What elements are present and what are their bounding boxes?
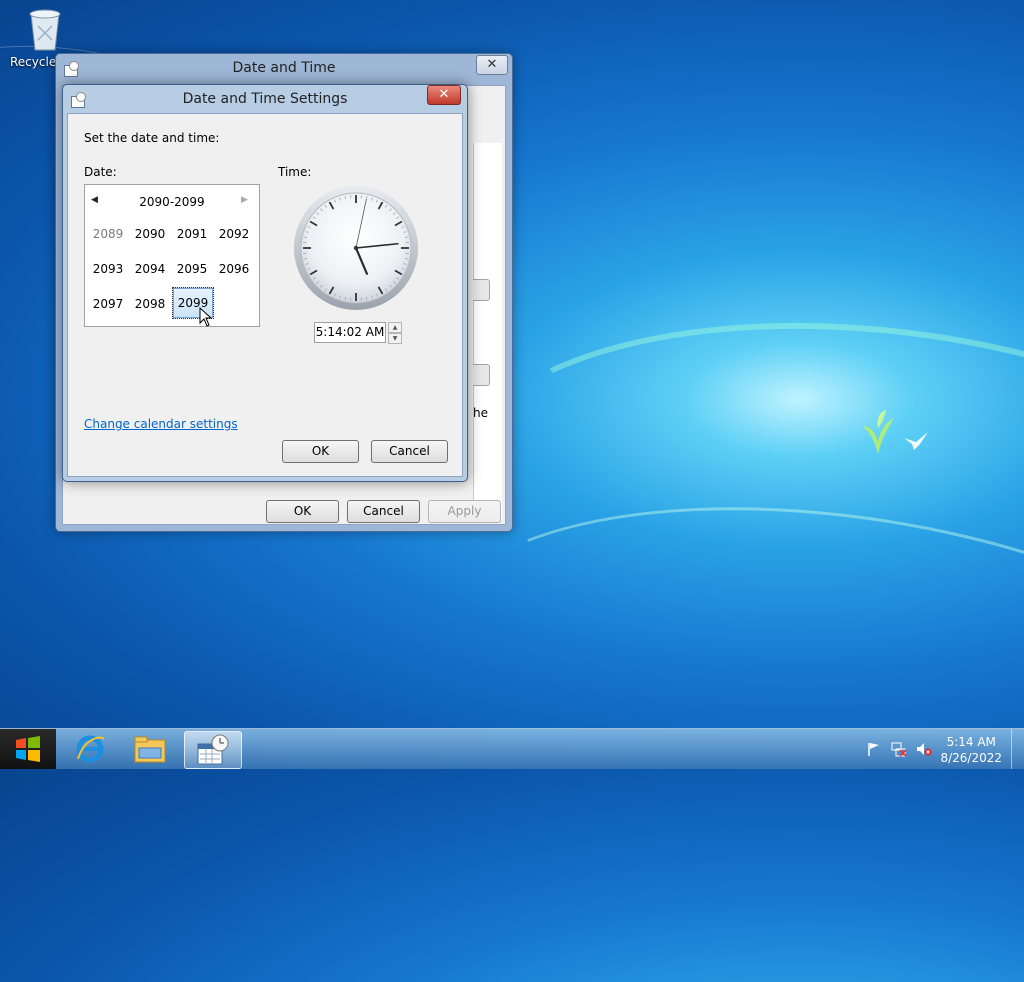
taskbar-time: 5:14 AM: [940, 734, 1002, 750]
tab-page-edge: [473, 143, 502, 521]
taskbar-date-time[interactable]: [184, 731, 242, 769]
windows-bird-logo: [902, 430, 930, 452]
dialog-body: Set the date and time: Date: Time: ◀ 209…: [67, 113, 463, 477]
speaker-muted-icon[interactable]: [916, 741, 932, 757]
dialog-title: Date and Time Settings: [63, 91, 467, 107]
year-cell[interactable]: 2090: [130, 219, 170, 249]
outer-apply-button[interactable]: Apply: [428, 500, 501, 523]
outer-close-button[interactable]: ✕: [476, 55, 508, 75]
year-cell[interactable]: 2097: [88, 289, 128, 319]
date-time-icon: [196, 734, 230, 766]
outer-cancel-button[interactable]: Cancel: [347, 500, 420, 523]
taskbar: 5:14 AM 8/26/2022: [0, 728, 1024, 769]
year-cell[interactable]: 2093: [88, 254, 128, 284]
calendar-next-icon[interactable]: ▶: [241, 195, 253, 205]
change-calendar-settings-link[interactable]: Change calendar settings: [84, 417, 238, 431]
dialog-cancel-button[interactable]: Cancel: [371, 440, 448, 463]
year-cell[interactable]: 2089: [88, 219, 128, 249]
year-calendar[interactable]: ◀ 2090-2099 ▶ 2089 2090 2091 2092 2093 2…: [84, 184, 260, 327]
action-center-flag-icon[interactable]: [866, 741, 882, 757]
change-date-button-edge[interactable]: [473, 279, 490, 301]
partial-text: he: [473, 406, 488, 420]
year-cell[interactable]: 2094: [130, 254, 170, 284]
analog-clock: [293, 185, 419, 311]
year-cell[interactable]: 2091: [172, 219, 212, 249]
date-label: Date:: [84, 165, 117, 179]
calendar-range-header[interactable]: 2090-2099: [85, 195, 259, 211]
start-icon: [14, 735, 42, 763]
change-timezone-button-edge[interactable]: [473, 364, 490, 386]
internet-explorer-icon: [74, 733, 106, 765]
taskbar-clock[interactable]: 5:14 AM 8/26/2022: [940, 734, 1002, 766]
time-label: Time:: [278, 165, 311, 179]
outer-ok-button[interactable]: OK: [266, 500, 339, 523]
windows-leaf-logo: [860, 408, 896, 456]
start-button[interactable]: [0, 729, 56, 769]
show-desktop-button[interactable]: [1011, 729, 1024, 769]
file-explorer-icon: [133, 734, 167, 764]
time-spinner[interactable]: ▲ ▼: [388, 322, 402, 342]
outer-window-title: Date and Time: [56, 60, 512, 76]
taskbar-internet-explorer[interactable]: [62, 731, 118, 767]
year-cell[interactable]: 2095: [172, 254, 212, 284]
instruction-text: Set the date and time:: [84, 131, 219, 145]
taskbar-date: 8/26/2022: [940, 750, 1002, 766]
spin-down-button[interactable]: ▼: [388, 333, 402, 344]
spin-up-button[interactable]: ▲: [388, 322, 402, 333]
year-cell[interactable]: 2092: [214, 219, 254, 249]
dialog-close-button[interactable]: ✕: [427, 85, 461, 105]
mouse-cursor-icon: [199, 307, 213, 327]
outer-title-bar[interactable]: Date and Time ✕: [56, 54, 512, 82]
year-cell[interactable]: 2098: [130, 289, 170, 319]
network-icon[interactable]: [891, 741, 907, 757]
date-time-settings-dialog: Date and Time Settings ✕ Set the date an…: [62, 84, 468, 482]
dialog-ok-button[interactable]: OK: [282, 440, 359, 463]
recycle-bin-icon: [25, 6, 65, 52]
year-cell[interactable]: 2096: [214, 254, 254, 284]
time-input[interactable]: 5:14:02 AM: [314, 322, 386, 343]
taskbar-file-explorer[interactable]: [122, 731, 178, 767]
